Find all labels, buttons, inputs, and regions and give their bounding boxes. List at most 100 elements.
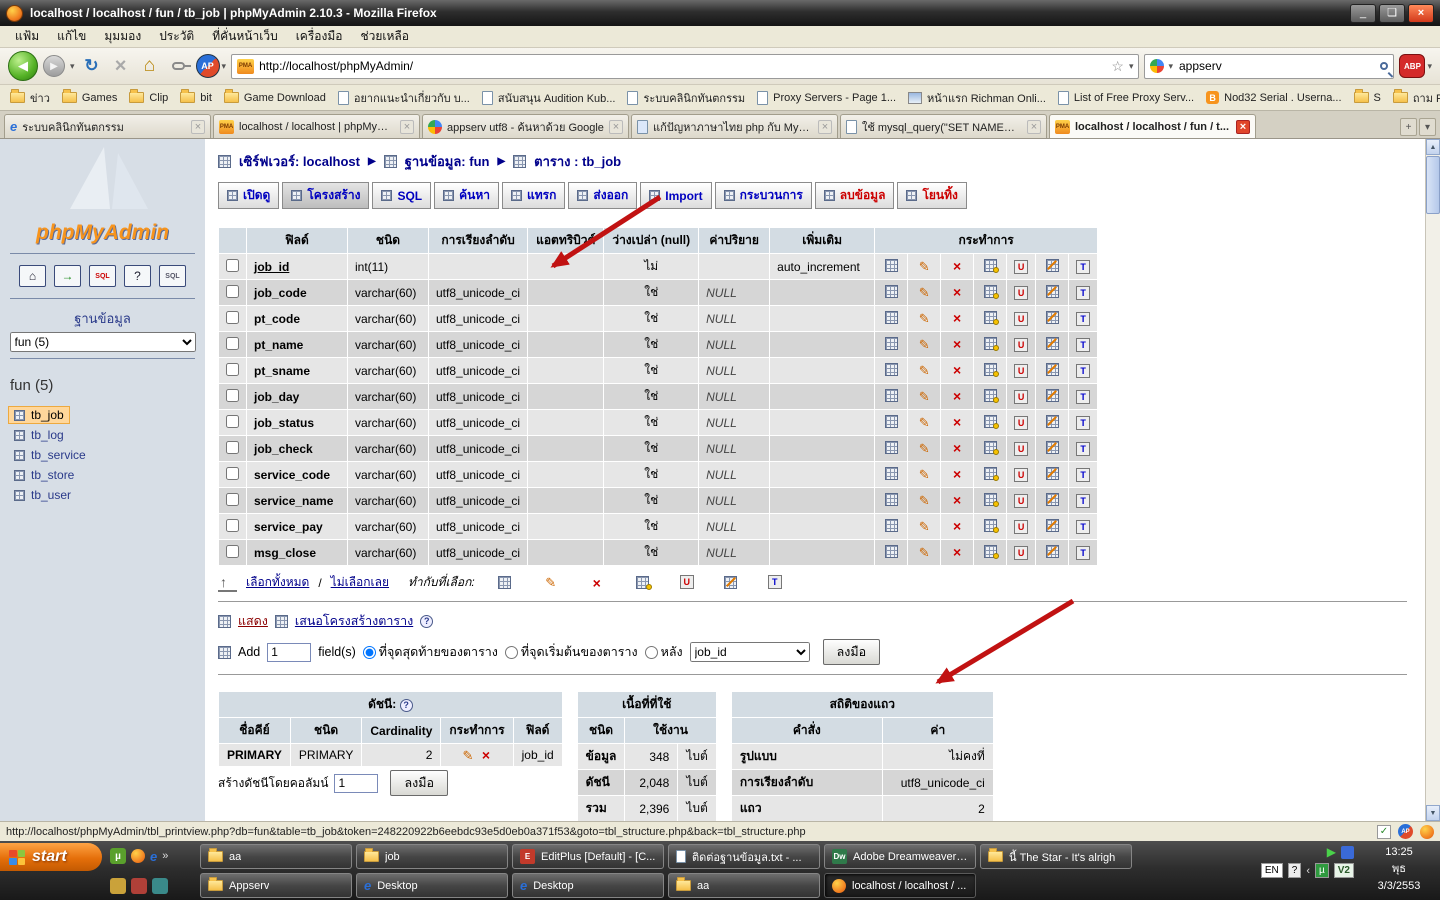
drop-icon[interactable]: × xyxy=(948,388,966,404)
menu-item[interactable]: แก้ไข xyxy=(48,25,95,48)
new-tab-icon[interactable]: + xyxy=(1400,118,1417,136)
fulltext-icon[interactable]: T xyxy=(1076,546,1091,560)
keyring-icon[interactable] xyxy=(167,54,192,78)
primary-icon[interactable] xyxy=(981,362,1000,377)
status-firefox-icon[interactable] xyxy=(1420,824,1434,839)
taskbar-button[interactable]: localhost / localhost / ... xyxy=(824,873,976,898)
tab-close-icon[interactable]: × xyxy=(818,119,832,134)
row-select-checkbox[interactable] xyxy=(226,310,239,324)
back-button[interactable]: ◀ xyxy=(8,51,38,81)
home-icon[interactable]: ⌂ xyxy=(19,265,46,287)
option-at-begin[interactable]: ที่จุดเริ่มต้นของตาราง xyxy=(504,642,638,662)
index-icon[interactable] xyxy=(1043,284,1061,299)
browse-icon[interactable] xyxy=(882,466,900,481)
drop-icon[interactable]: × xyxy=(948,310,966,326)
browse-icon[interactable] xyxy=(496,575,514,590)
url-dropdown-icon[interactable]: ▾ xyxy=(1129,61,1134,72)
sidebar-table-item[interactable]: tb_store xyxy=(8,466,80,484)
tray-arrow-icon[interactable]: ▶ xyxy=(1327,845,1336,859)
change-icon[interactable]: ✎ xyxy=(915,467,933,482)
pma-tab[interactable]: โยนทิ้ง xyxy=(897,182,967,209)
primary-icon[interactable] xyxy=(981,544,1000,559)
index-icon[interactable] xyxy=(1043,310,1061,325)
taskbar-button[interactable]: e Desktop xyxy=(512,873,664,898)
primary-icon[interactable] xyxy=(981,336,1000,351)
tray-utorrent-icon[interactable]: µ xyxy=(1315,863,1329,878)
pma-tab[interactable]: ส่งออก xyxy=(568,182,638,209)
vertical-scrollbar[interactable]: ▲ ▼ xyxy=(1425,139,1440,821)
bookmark-item[interactable]: Proxy Servers - Page 1... xyxy=(757,90,896,105)
start-button[interactable]: start xyxy=(0,843,102,871)
scroll-thumb[interactable] xyxy=(1426,156,1440,214)
query-window-icon[interactable]: SQL xyxy=(159,265,186,287)
tray-help-icon[interactable]: ? xyxy=(1287,863,1302,878)
browse-icon[interactable] xyxy=(882,258,900,273)
drop-icon[interactable]: × xyxy=(948,362,966,378)
app-icon[interactable] xyxy=(131,878,147,894)
propose-structure-link[interactable]: เสนอโครงสร้างตาราง xyxy=(295,611,413,631)
primary-icon[interactable] xyxy=(634,575,652,590)
unique-icon[interactable]: U xyxy=(1014,442,1029,456)
change-icon[interactable]: ✎ xyxy=(915,363,933,378)
browse-icon[interactable] xyxy=(882,518,900,533)
row-select-checkbox[interactable] xyxy=(226,388,239,402)
breadcrumb-server[interactable]: เซิร์ฟเวอร์: localhost xyxy=(239,151,360,172)
help-icon[interactable]: ? xyxy=(420,614,434,628)
select-all-link[interactable]: เลือกทั้งหมด xyxy=(246,573,309,592)
breadcrumb-database[interactable]: ฐานข้อมูล: fun xyxy=(405,151,490,172)
indexes-help-icon[interactable]: ? xyxy=(399,698,413,712)
drop-icon[interactable]: × xyxy=(948,336,966,352)
utorrent-icon[interactable]: µ xyxy=(110,848,126,864)
appserv-toolbar-button[interactable]: AP ▾ xyxy=(195,54,227,78)
browser-tab[interactable]: แก้ปัญหาภาษาไทย php กับ MySQL (... × xyxy=(631,114,838,138)
stop-button[interactable]: × xyxy=(109,54,133,78)
logout-icon[interactable]: → xyxy=(54,265,81,287)
unique-icon[interactable]: U xyxy=(1014,338,1029,352)
search-input[interactable] xyxy=(1177,58,1377,74)
fulltext-icon[interactable]: T xyxy=(1076,442,1091,456)
browser-tab[interactable]: PMA localhost / localhost / fun / t... × xyxy=(1049,114,1256,138)
quick-launch-overflow-icon[interactable]: » xyxy=(162,850,168,862)
app-icon[interactable] xyxy=(110,878,126,894)
bookmark-item[interactable]: bit xyxy=(180,89,212,104)
pma-tab[interactable]: ลบข้อมูล xyxy=(814,182,895,209)
index-icon[interactable] xyxy=(1043,466,1061,481)
pma-tab[interactable]: แทรก xyxy=(502,182,566,209)
list-all-tabs-icon[interactable]: ▾ xyxy=(1419,118,1436,136)
menu-item[interactable]: แฟ้ม xyxy=(6,25,48,48)
address-bar[interactable]: PMA http://localhost/phpMyAdmin/ ☆ ▾ xyxy=(231,53,1140,79)
fulltext-icon[interactable]: T xyxy=(1076,338,1091,352)
menu-item[interactable]: เครื่องมือ xyxy=(287,25,352,48)
index-icon[interactable] xyxy=(1043,258,1061,273)
field-position-select[interactable]: job_id xyxy=(689,642,810,662)
row-select-checkbox[interactable] xyxy=(226,518,239,532)
firefox-quicklaunch-icon[interactable] xyxy=(131,849,145,863)
change-icon[interactable]: ✎ xyxy=(915,519,933,534)
drop-icon[interactable]: × xyxy=(477,747,495,763)
unique-icon[interactable]: U xyxy=(1014,520,1029,534)
radio-after-field[interactable] xyxy=(644,645,658,659)
drop-icon[interactable]: × xyxy=(948,544,966,560)
scroll-up-icon[interactable]: ▲ xyxy=(1426,139,1440,155)
drop-icon[interactable]: × xyxy=(948,284,966,300)
fulltext-icon[interactable]: T xyxy=(1076,416,1091,430)
index-icon[interactable] xyxy=(1043,492,1061,507)
primary-icon[interactable] xyxy=(981,284,1000,299)
unique-icon[interactable]: U xyxy=(1014,546,1029,560)
menu-item[interactable]: ประวัติ xyxy=(150,25,203,48)
browse-icon[interactable] xyxy=(882,310,900,325)
reload-button[interactable]: ↻ xyxy=(80,54,104,78)
menu-item[interactable]: มุมมอง xyxy=(95,25,150,48)
change-icon[interactable]: ✎ xyxy=(542,575,560,590)
pma-tab[interactable]: ค้นหา xyxy=(434,182,500,209)
bookmark-item[interactable]: อยากแนะนำเกี่ยวกับ บ... xyxy=(337,89,470,107)
row-select-checkbox[interactable] xyxy=(226,414,239,428)
browse-icon[interactable] xyxy=(882,440,900,455)
taskbar-button[interactable]: aa xyxy=(200,844,352,869)
tray-v2-icon[interactable]: V2 xyxy=(1333,863,1354,878)
primary-icon[interactable] xyxy=(981,414,1000,429)
change-icon[interactable]: ✎ xyxy=(915,389,933,404)
ap-dropdown-icon[interactable]: ▾ xyxy=(222,61,227,72)
browser-tab[interactable]: e ระบบคลินิกทันตกรรม × xyxy=(4,114,211,138)
app-icon[interactable] xyxy=(152,878,168,894)
